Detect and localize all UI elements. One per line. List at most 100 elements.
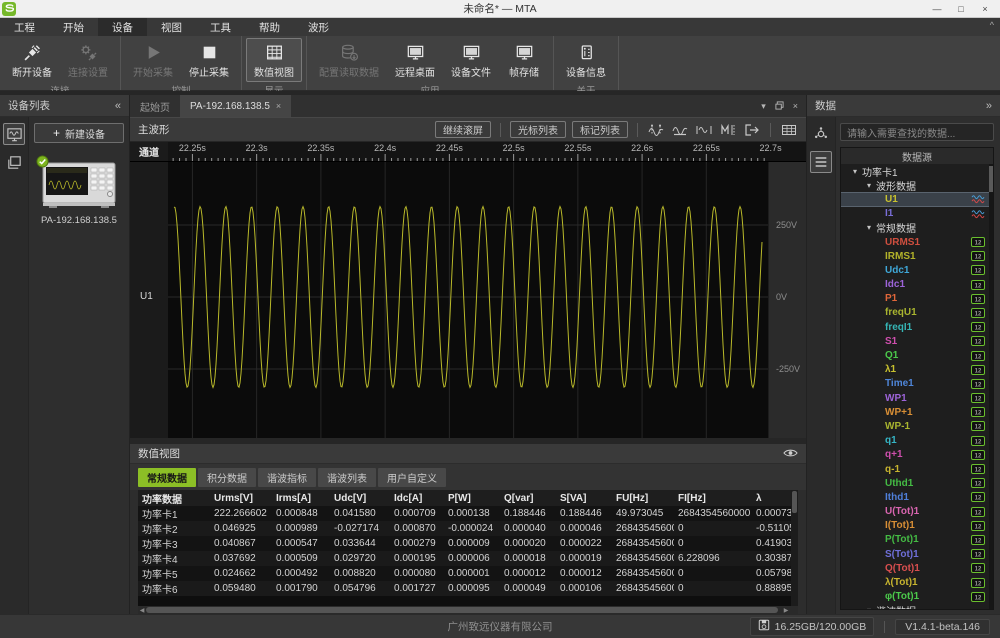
numeric-tab-3[interactable]: 谐波列表 <box>318 468 376 487</box>
table-vertical-scrollbar[interactable] <box>791 490 798 606</box>
tab-dropdown-icon[interactable]: ▾ <box>761 101 766 112</box>
tree-item-IRMS1[interactable]: IRMS112 <box>841 249 993 263</box>
table-cell: 0 <box>674 521 752 536</box>
tab-close-icon[interactable]: × <box>793 101 798 111</box>
visibility-eye-icon[interactable] <box>783 445 798 463</box>
float-window-icon[interactable] <box>775 101 784 112</box>
tree-item-S1[interactable]: S112 <box>841 334 993 348</box>
tree-group-功率卡1[interactable]: ▾功率卡1 <box>841 164 993 178</box>
table-row[interactable]: 功率卡60.0594800.0017900.0547960.0017270.00… <box>138 581 798 596</box>
table-row[interactable]: 功率卡40.0376920.0005090.0297200.0001950.00… <box>138 551 798 566</box>
table-horizontal-scrollbar[interactable]: ◀ ▶ <box>138 606 798 614</box>
tree-item-λ(Tot)1[interactable]: λ(Tot)112 <box>841 575 993 589</box>
wave-fit-icon[interactable] <box>695 123 713 137</box>
menu-item-3[interactable]: 视图 <box>147 18 196 36</box>
ribbon-button-1-0[interactable]: 开始采集 <box>125 38 181 82</box>
tree-item-WP-1[interactable]: WP-112 <box>841 419 993 433</box>
wave-zoom-icon[interactable] <box>671 123 689 137</box>
export-icon[interactable] <box>743 123 761 137</box>
menu-item-0[interactable]: 工程 <box>0 18 49 36</box>
tree-item-WP1[interactable]: WP112 <box>841 391 993 405</box>
data-source-icon[interactable] <box>810 123 832 145</box>
numeric-grid-icon[interactable] <box>780 123 798 137</box>
tree-item-φ(Tot)1[interactable]: φ(Tot)112 <box>841 590 993 604</box>
numeric-tab-1[interactable]: 积分数据 <box>198 468 256 487</box>
svg-text:12: 12 <box>975 439 982 445</box>
ribbon-collapse-icon[interactable]: ^ <box>990 20 994 30</box>
tree-item-I(Tot)1[interactable]: I(Tot)112 <box>841 519 993 533</box>
doc-tab-0[interactable]: 起始页 <box>130 95 180 117</box>
scroll-right-icon[interactable]: ▶ <box>782 606 790 614</box>
numeric-badge-icon: 12 <box>971 265 985 275</box>
ribbon-button-2-0[interactable]: 数值视图 <box>246 38 302 82</box>
ribbon-button-3-3[interactable]: 帧存储 <box>499 38 549 82</box>
tree-scrollbar[interactable] <box>989 164 993 609</box>
tree-item-I1[interactable]: I1 <box>841 207 993 221</box>
marker-list-button[interactable]: 标记列表 <box>572 121 628 138</box>
tab-close-icon[interactable]: × <box>276 101 281 111</box>
ribbon-button-1-1[interactable]: 停止采集 <box>181 38 237 82</box>
tree-item-freqU1[interactable]: freqU112 <box>841 306 993 320</box>
menu-item-6[interactable]: 波形 <box>294 18 343 36</box>
menu-item-1[interactable]: 开始 <box>49 18 98 36</box>
ribbon-button-4-0[interactable]: 设备信息 <box>558 38 614 82</box>
menu-item-2[interactable]: 设备 <box>98 18 147 36</box>
tree-item-q-1[interactable]: q-112 <box>841 462 993 476</box>
wave-marker-icon[interactable] <box>719 123 737 137</box>
table-cell: 0.054796 <box>330 581 390 596</box>
tree-item-Ithd1[interactable]: Ithd112 <box>841 490 993 504</box>
tree-group-波形数据[interactable]: ▾波形数据 <box>841 178 993 192</box>
resume-scroll-button[interactable]: 继续滚屏 <box>435 121 491 138</box>
tree-label: 波形数据 <box>876 178 916 193</box>
table-row[interactable]: 功率卡30.0408670.0005470.0336440.0002790.00… <box>138 536 798 551</box>
tree-item-P(Tot)1[interactable]: P(Tot)112 <box>841 533 993 547</box>
tree-item-Uthd1[interactable]: Uthd112 <box>841 476 993 490</box>
waveform-plot[interactable] <box>168 162 768 438</box>
ribbon-button-3-1[interactable]: 远程桌面 <box>387 38 443 82</box>
ribbon-button-3-2[interactable]: 设备文件 <box>443 38 499 82</box>
ribbon-button-0-0[interactable]: 断开设备 <box>4 38 60 82</box>
tree-item-URMS1[interactable]: URMS112 <box>841 235 993 249</box>
tree-group-常规数据[interactable]: ▾常规数据 <box>841 221 993 235</box>
table-row[interactable]: 功率卡1222.2666020.0008480.0415800.0007090.… <box>138 506 798 521</box>
tree-item-WP+1[interactable]: WP+112 <box>841 405 993 419</box>
menu-item-5[interactable]: 帮助 <box>245 18 294 36</box>
data-search-input[interactable]: 请输入需要查找的数据... <box>840 123 994 141</box>
data-list-icon[interactable] <box>810 151 832 173</box>
scroll-left-icon[interactable]: ◀ <box>138 606 146 614</box>
numeric-tab-2[interactable]: 谐波指标 <box>258 468 316 487</box>
ribbon-button-3-0[interactable]: 配置读取数据 <box>311 38 387 82</box>
expand-right-icon[interactable]: » <box>986 100 992 112</box>
ribbon-button-0-1[interactable]: 连接设置 <box>60 38 116 82</box>
tree-item-freqI1[interactable]: freqI112 <box>841 320 993 334</box>
device-card[interactable]: PA-192.168.138.5 <box>34 153 124 226</box>
tree-item-P1[interactable]: P112 <box>841 292 993 306</box>
tree-item-S(Tot)1[interactable]: S(Tot)112 <box>841 547 993 561</box>
tree-item-U(Tot)1[interactable]: U(Tot)112 <box>841 505 993 519</box>
tree-item-Q1[interactable]: Q112 <box>841 348 993 362</box>
tree-item-Idc1[interactable]: Idc112 <box>841 278 993 292</box>
tree-item-Q(Tot)1[interactable]: Q(Tot)112 <box>841 561 993 575</box>
tree-item-Udc1[interactable]: Udc112 <box>841 263 993 277</box>
collapse-left-icon[interactable]: « <box>115 100 121 112</box>
doc-tab-1[interactable]: PA-192.168.138.5× <box>180 95 291 117</box>
numeric-tab-4[interactable]: 用户自定义 <box>378 468 446 487</box>
window-title: 未命名* — MTA <box>0 1 1000 16</box>
wave-cursor-icon[interactable] <box>647 123 665 137</box>
tree-item-q1[interactable]: q112 <box>841 434 993 448</box>
tree-item-λ1[interactable]: λ112 <box>841 363 993 377</box>
tree-group-谐波数据[interactable]: ▾谐波数据 <box>841 604 993 609</box>
table-row[interactable]: 功率卡20.0469250.000989-0.0271740.000870-0.… <box>138 521 798 536</box>
device-view-icon[interactable] <box>3 123 25 145</box>
cursor-list-button[interactable]: 光标列表 <box>510 121 566 138</box>
add-device-button[interactable]: + 新建设备 <box>34 123 124 143</box>
svg-text:12: 12 <box>975 581 982 587</box>
ribbon-group-3: 配置读取数据远程桌面设备文件帧存储应用 <box>307 36 554 90</box>
menu-item-4[interactable]: 工具 <box>196 18 245 36</box>
table-row[interactable]: 功率卡50.0246620.0004920.0088200.0000800.00… <box>138 566 798 581</box>
tree-item-U1[interactable]: U1 <box>841 192 993 206</box>
tree-item-Time1[interactable]: Time112 <box>841 377 993 391</box>
numeric-tab-0[interactable]: 常规数据 <box>138 468 196 487</box>
project-files-icon[interactable] <box>3 151 25 173</box>
tree-item-q+1[interactable]: q+112 <box>841 448 993 462</box>
